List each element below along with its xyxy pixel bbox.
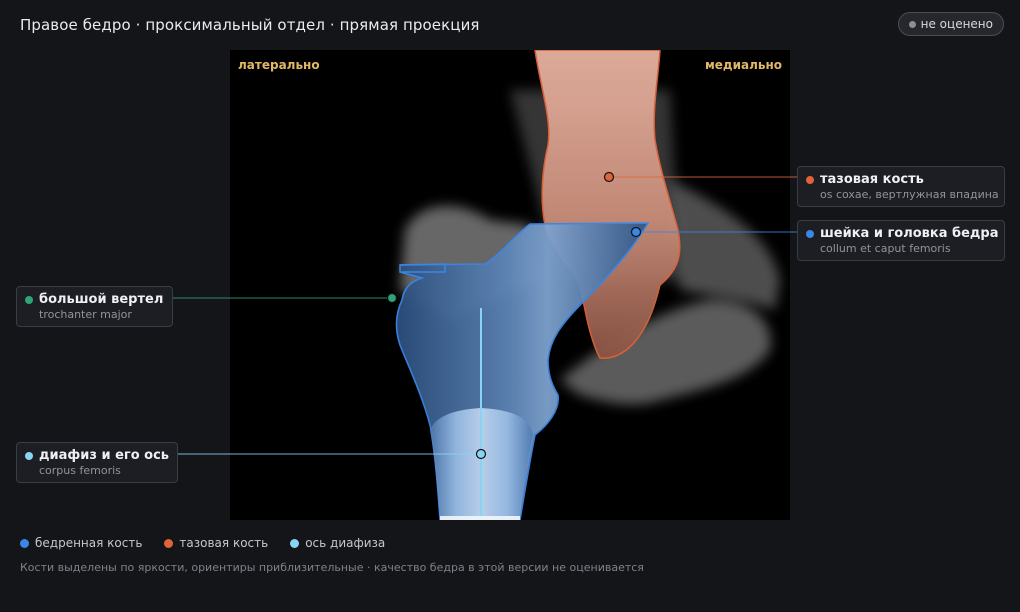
callout-shaft-title: диафиз и его ось bbox=[39, 448, 170, 463]
callout-neck-title: шейка и головка бедра bbox=[820, 226, 999, 241]
status-badge[interactable]: не оценено bbox=[897, 12, 1004, 36]
footnote: Кости выделены по яркости, ориентиры при… bbox=[20, 561, 644, 574]
pelvis-legend-icon bbox=[164, 538, 174, 548]
status-label: не оценено bbox=[920, 17, 993, 31]
callout-trochanter-subtitle: trochanter major bbox=[39, 308, 132, 321]
callout-neck[interactable]: шейка и головка бедра collum et caput fe… bbox=[797, 220, 1005, 261]
orientation-label-medial: медиально bbox=[704, 58, 782, 72]
legend-item-pelvis: тазовая кость bbox=[164, 536, 268, 550]
orientation-label-lateral: латерально bbox=[238, 58, 320, 72]
callout-pelvis-title: тазовая кость bbox=[820, 172, 924, 187]
legend: бедренная кость тазовая кость ось диафиз… bbox=[20, 536, 385, 550]
femur-legend-icon bbox=[20, 538, 29, 548]
callout-shaft[interactable]: диафиз и его ось corpus femoris bbox=[16, 442, 178, 483]
pelvis-dot-icon bbox=[806, 176, 814, 184]
legend-label-pelvis: тазовая кость bbox=[179, 536, 269, 550]
neck-dot-icon bbox=[806, 230, 814, 238]
legend-label-axis: ось диафиза bbox=[305, 536, 386, 550]
callout-shaft-subtitle: corpus femoris bbox=[39, 464, 121, 477]
shaft-dot-icon bbox=[25, 452, 33, 460]
legend-item-axis: ось диафиза bbox=[290, 536, 385, 550]
xray-viewer[interactable]: латерально медиально bbox=[230, 50, 790, 520]
callout-pelvis-subtitle: os coxae, вертлужная впадина bbox=[820, 188, 999, 201]
status-dot-icon bbox=[908, 20, 916, 28]
callout-pelvis[interactable]: тазовая кость os coxae, вертлужная впади… bbox=[797, 166, 1005, 207]
axis-legend-icon bbox=[290, 538, 300, 548]
legend-item-femur: бедренная кость bbox=[20, 536, 142, 550]
page-title: Правое бедро · проксимальный отдел · пря… bbox=[20, 16, 480, 34]
callout-trochanter-title: большой вертел bbox=[39, 292, 164, 307]
xray-image bbox=[395, 50, 780, 520]
legend-label-femur: бедренная кость bbox=[35, 536, 143, 550]
trochanter-dot-icon bbox=[25, 296, 33, 304]
callout-trochanter[interactable]: большой вертел trochanter major bbox=[16, 286, 173, 327]
callout-neck-subtitle: collum et caput femoris bbox=[820, 242, 951, 255]
